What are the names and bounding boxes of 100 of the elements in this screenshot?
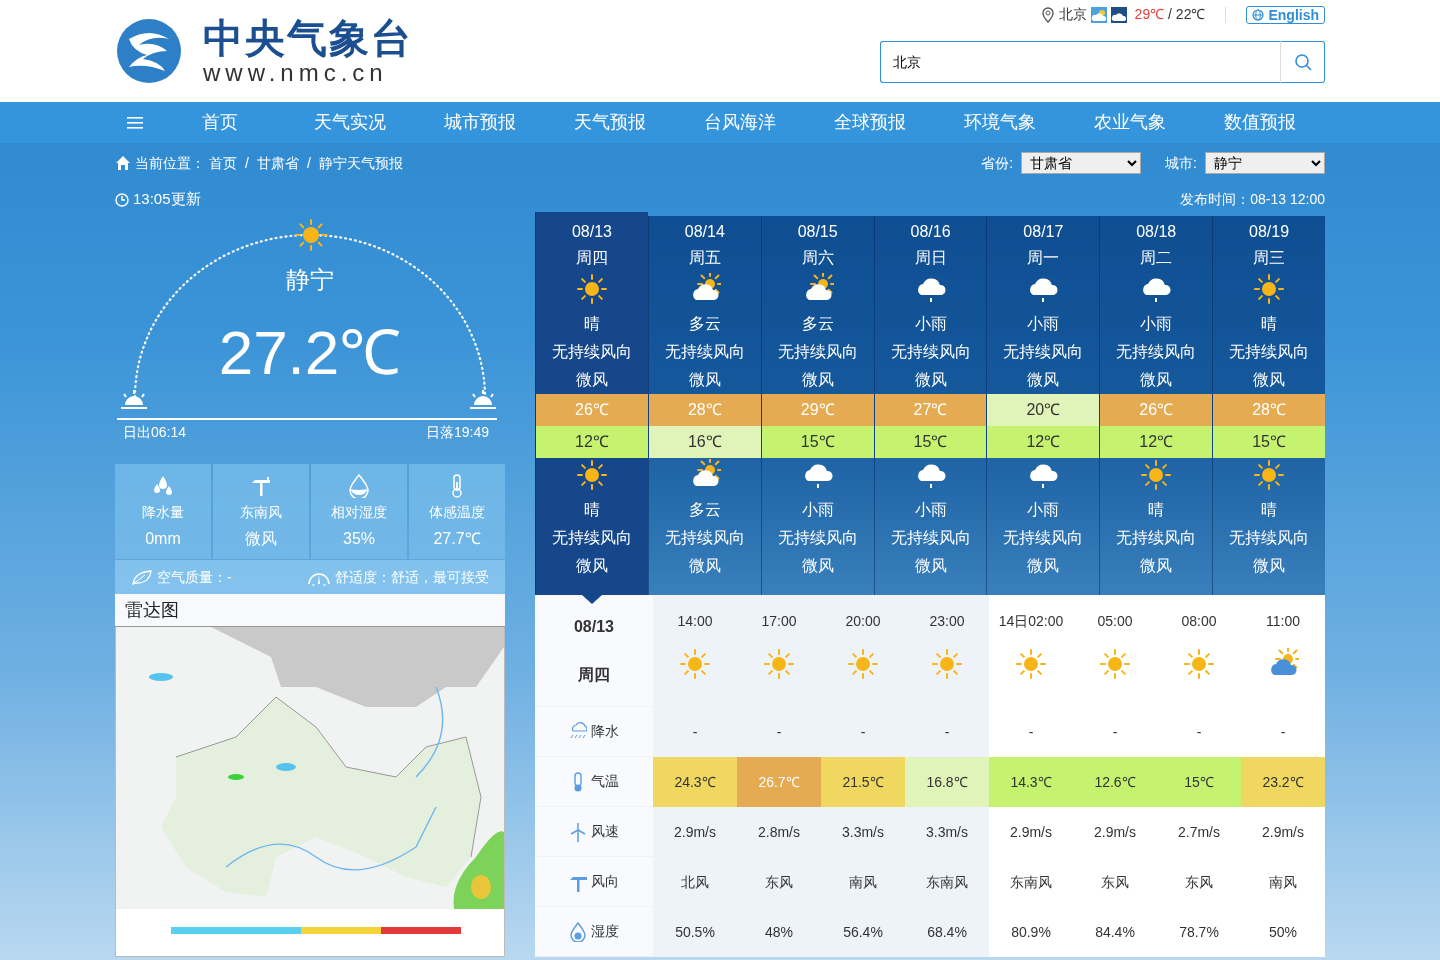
forecast-time: 08:00 — [1181, 612, 1217, 631]
high-temperature: 26℃ — [536, 394, 648, 426]
day-weather-icon — [1090, 6, 1107, 23]
city-select[interactable]: 静宁 — [1205, 152, 1325, 174]
sun-icon — [1183, 648, 1215, 680]
wind-power: 微风 — [687, 556, 722, 576]
night-weather-icon — [1110, 6, 1127, 23]
breadcrumb-link[interactable]: 静宁天气预报 — [318, 152, 403, 174]
breadcrumb-link[interactable]: 首页 — [209, 152, 237, 174]
day-column[interactable]: 08/14 周五 多云 无持续风向 微风 28℃ 16℃ 多云 无持续风向 微风 — [647, 216, 761, 595]
day-column[interactable]: 08/17 周一 小雨 无持续风向 微风 20℃ 12℃ 小雨 无持续风向 微风 — [986, 216, 1100, 595]
sun-icon — [931, 648, 963, 680]
low-temperature: 15℃ — [761, 426, 874, 458]
forecast-time: 14:00 — [677, 612, 713, 631]
high-temperature: 28℃ — [648, 394, 761, 426]
wind-speed: 2.9m/s — [673, 823, 717, 842]
wind-direction: 北风 — [680, 873, 710, 892]
day-column[interactable]: 08/16 周日 小雨 无持续风向 微风 27℃ 15℃ 小雨 无持续风向 微风 — [873, 216, 987, 595]
row-label: 风速 — [591, 822, 619, 841]
weekday: 周四 — [574, 248, 609, 268]
temperature-value: 26.7℃ — [737, 757, 821, 807]
temperature-value: 15℃ — [1157, 757, 1241, 807]
nav-link[interactable]: 城市预报 — [415, 102, 545, 143]
logo-icon[interactable] — [115, 17, 183, 85]
wind-speed: 3.3m/s — [925, 823, 969, 842]
weather-text: 小雨 — [1026, 314, 1061, 334]
breadcrumb-link[interactable]: 甘肃省 — [256, 152, 299, 174]
search-field[interactable]: 北京 — [880, 41, 1280, 83]
publish-time: 发布时间：08-13 12:00 — [1180, 190, 1325, 209]
humidity-value: 56.4% — [842, 923, 884, 942]
row-label: 气温 — [591, 772, 619, 791]
wind-power: 微风 — [687, 370, 722, 390]
logo-title[interactable]: 中央气象台 — [203, 16, 413, 60]
high-temperature: 26℃ — [1100, 394, 1213, 426]
nav-link[interactable]: 农业气象 — [1065, 102, 1195, 143]
nav-link[interactable]: 数值预报 — [1195, 102, 1325, 143]
wind-direction: 无持续风向 — [889, 342, 972, 362]
weekday: 周二 — [1139, 248, 1174, 268]
wind-direction: 无持续风向 — [1228, 342, 1311, 362]
weather-text: 晴 — [1260, 500, 1279, 520]
high-temperature: 28℃ — [1213, 394, 1325, 426]
temperature-value: 14.3℃ — [989, 757, 1073, 807]
wind-power: 微风 — [1026, 370, 1061, 390]
nav-link[interactable]: 台风海洋 — [675, 102, 805, 143]
nav-link[interactable]: 环境气象 — [935, 102, 1065, 143]
sun-icon — [1140, 459, 1173, 491]
low-temperature: 12℃ — [536, 426, 648, 458]
panel-title: 雷达图 — [115, 594, 505, 627]
high-temperature: 20℃ — [987, 394, 1100, 426]
nav-link[interactable]: 天气预报 — [545, 102, 675, 143]
day-column[interactable]: 08/18 周二 小雨 无持续风向 微风 26℃ 12℃ 晴 无持续风向 微风 — [1099, 216, 1213, 595]
sunrise-time: 日出06:14 — [123, 423, 187, 442]
air-quality: 空气质量：- — [157, 567, 232, 587]
search-button[interactable] — [1280, 41, 1325, 83]
low-temperature: 12℃ — [1100, 426, 1213, 458]
forecast-time: 20:00 — [845, 612, 881, 631]
low-temperature: 12℃ — [987, 426, 1100, 458]
leaf-icon — [131, 569, 153, 585]
wind-power: 微风 — [1252, 370, 1287, 390]
water-drop-icon — [347, 474, 371, 498]
wind-direction: 无持续风向 — [1002, 342, 1085, 362]
wind-direction: 无持续风向 — [663, 342, 746, 362]
wind-power: 微风 — [1139, 556, 1174, 576]
wind-power: 微风 — [1139, 370, 1174, 390]
select-label: 城市: — [1165, 153, 1197, 173]
wind-direction: 南风 — [848, 873, 878, 892]
home-icon — [115, 155, 131, 171]
sun-icon — [847, 648, 879, 680]
low-temperature: 22℃ — [1175, 6, 1206, 22]
day-column[interactable]: 08/19 周三 晴 无持续风向 微风 28℃ 15℃ 晴 无持续风向 微风 — [1212, 216, 1325, 595]
wind-direction: 无持续风向 — [663, 528, 746, 548]
weekday: 周一 — [1026, 248, 1061, 268]
nav-link[interactable]: 全球预报 — [805, 102, 935, 143]
city-name: 静宁 — [286, 265, 334, 295]
wind-direction: 无持续风向 — [776, 342, 859, 362]
language-button[interactable]: English — [1246, 5, 1325, 24]
province-select[interactable]: 甘肃省 — [1021, 152, 1142, 174]
precipitation-value: - — [1279, 723, 1287, 742]
wind-speed: 2.9m/s — [1261, 823, 1305, 842]
globe-icon — [1252, 8, 1265, 21]
search-icon — [1293, 53, 1312, 71]
menu-icon[interactable] — [127, 116, 143, 129]
weekday: 周五 — [687, 248, 722, 268]
sun-icon — [763, 648, 795, 680]
humidity-value: 78.7% — [1178, 923, 1220, 942]
clock-icon — [115, 192, 129, 207]
site-url: www.nmc.cn — [203, 60, 389, 86]
stat-value: 0mm — [145, 529, 181, 549]
city-name[interactable]: 北京 — [1058, 4, 1087, 25]
precipitation-value: - — [1195, 723, 1203, 742]
nav-link[interactable]: 首页 — [155, 102, 285, 143]
stat-label: 相对湿度 — [331, 503, 387, 522]
day-column[interactable]: 08/15 周六 多云 无持续风向 微风 29℃ 15℃ 小雨 无持续风向 微风 — [760, 216, 874, 595]
location-icon — [1040, 6, 1055, 23]
weekday: 周日 — [913, 248, 948, 268]
stat-label: 体感温度 — [429, 503, 485, 522]
wind-power: 微风 — [1252, 556, 1287, 576]
wind-power: 微风 — [913, 556, 948, 576]
nav-link[interactable]: 天气实况 — [285, 102, 415, 143]
low-temperature: 16℃ — [648, 426, 761, 458]
